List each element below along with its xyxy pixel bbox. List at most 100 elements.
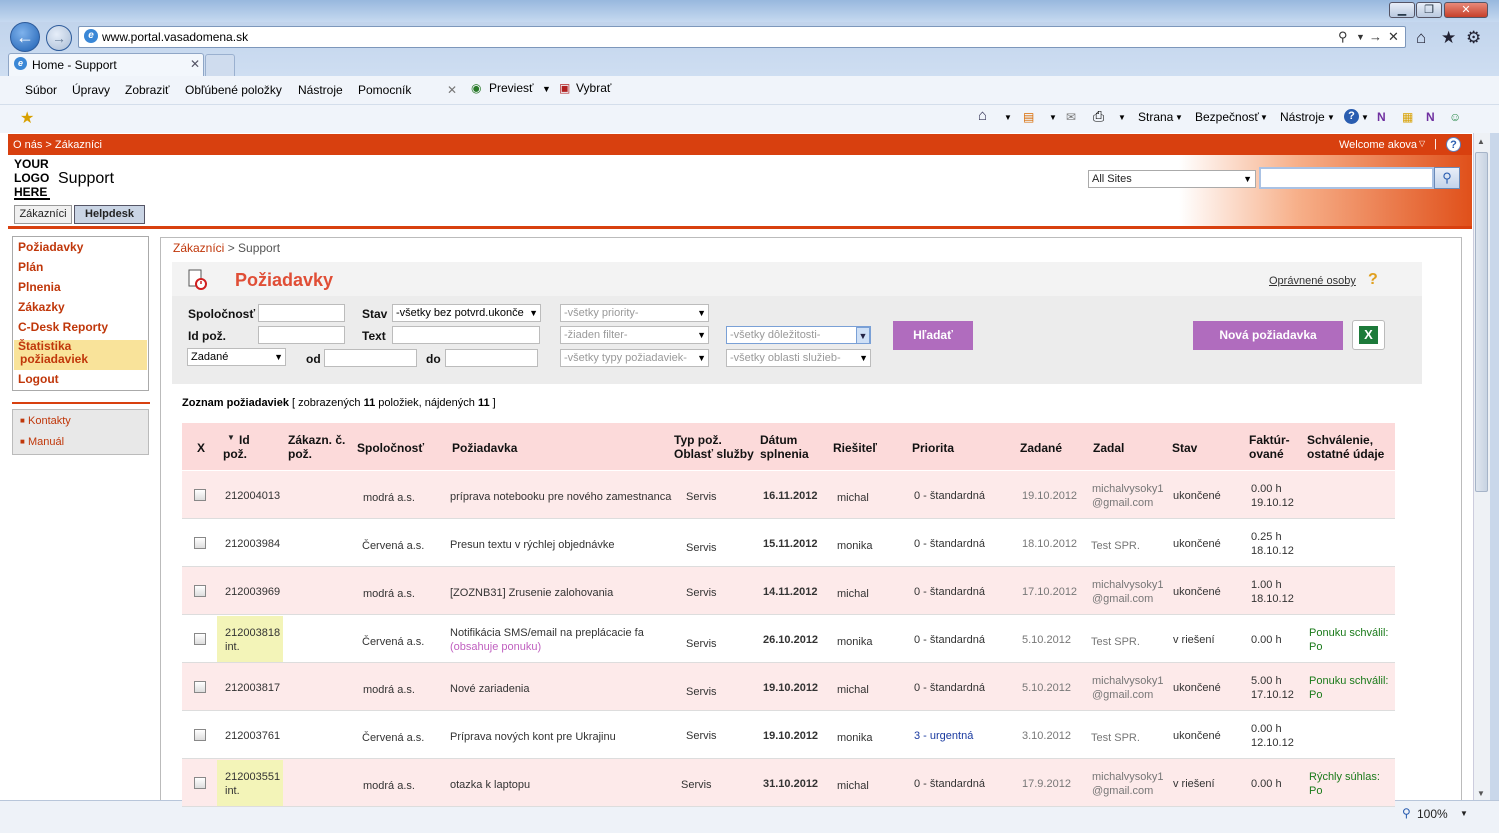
close-window-button[interactable]: ✕	[1444, 2, 1488, 18]
types-select[interactable]: -všetky typy požiadaviek- ▼	[560, 349, 709, 367]
id-input[interactable]	[258, 326, 345, 344]
scroll-down-icon[interactable]: ▼	[1477, 789, 1485, 798]
col-priorita[interactable]: Priorita	[912, 441, 954, 455]
go-icon[interactable]: →	[1369, 29, 1382, 44]
request-id[interactable]: 212003818	[225, 626, 280, 640]
gear-icon[interactable]: ⚙	[1466, 28, 1481, 48]
nav-cdesk-reporty[interactable]: C-Desk Reporty	[18, 320, 108, 334]
nav-manual[interactable]: Manuál	[28, 436, 64, 448]
nav-logout[interactable]: Logout	[18, 372, 59, 386]
addon-icon[interactable]: ▦	[1402, 110, 1413, 124]
nav-plan[interactable]: Plán	[18, 260, 43, 274]
tab-title[interactable]: Home - Support	[32, 58, 117, 72]
site-search-button[interactable]: ⚲	[1434, 167, 1460, 189]
nav-poziadavky[interactable]: Požiadavky	[18, 240, 83, 254]
date-to-input[interactable]	[445, 349, 538, 367]
col-typ-line2[interactable]: Oblasť služby	[674, 447, 754, 461]
new-tab-button[interactable]	[205, 54, 235, 76]
col-spolocnost[interactable]: Spoločnosť	[357, 441, 424, 455]
opravnene-osoby-link[interactable]: Oprávnené osoby	[1269, 275, 1356, 287]
search-icon[interactable]: ⚲	[1338, 29, 1348, 45]
col-datum-line2[interactable]: splnenia	[760, 447, 809, 461]
nastroje-dropdown-icon[interactable]: ▼	[1327, 113, 1335, 122]
site-logo[interactable]: YOUR LOGO HERE	[14, 157, 50, 199]
strana-dropdown-icon[interactable]: ▼	[1175, 113, 1183, 122]
nav-zakazky[interactable]: Zákazky	[18, 300, 65, 314]
col-datum[interactable]: Dátum	[760, 433, 797, 447]
col-riesitel[interactable]: Riešiteľ	[833, 441, 877, 455]
date-type-select[interactable]: Zadané ▼	[187, 348, 286, 366]
col-zadal[interactable]: Zadal	[1093, 441, 1124, 455]
dropdown-arrow-icon[interactable]: ▼	[1356, 32, 1365, 42]
site-title[interactable]: Support	[58, 170, 114, 188]
minimize-button[interactable]: ▁	[1389, 2, 1415, 18]
request-id[interactable]: 212003817	[225, 681, 280, 695]
bezpecnost-menu[interactable]: Bezpečnosť	[1195, 110, 1259, 124]
col-zakaznicke[interactable]: Zákazn. č.	[288, 433, 345, 447]
stav-select[interactable]: -všetky bez potvrd.ukonče ▼	[392, 304, 541, 322]
row-checkbox[interactable]	[194, 633, 206, 645]
menu-upravy[interactable]: Úpravy	[72, 83, 110, 97]
home-cmd-icon[interactable]: ⌂	[978, 107, 987, 124]
spolocnost-input[interactable]	[258, 304, 345, 322]
col-stav[interactable]: Stav	[1172, 441, 1197, 455]
print-dropdown-icon[interactable]: ▼	[1118, 113, 1126, 122]
request-subject[interactable]: Nové zariadenia	[450, 682, 530, 696]
row-checkbox[interactable]	[194, 729, 206, 741]
skype-icon[interactable]: ☺	[1449, 110, 1461, 124]
search-button[interactable]: Hľadať	[893, 321, 973, 350]
crumb-zakaznici[interactable]: Zákazníci	[173, 241, 224, 255]
onenote-linked-icon[interactable]: N	[1426, 110, 1435, 124]
tab-zakaznici[interactable]: Zákazníci	[14, 205, 72, 224]
row-checkbox[interactable]	[194, 585, 206, 597]
importance-select[interactable]: -všetky dôležitosti- ▼	[726, 326, 871, 344]
row-checkbox[interactable]	[194, 489, 206, 501]
welcome-dropdown-icon[interactable]: ▽	[1419, 139, 1425, 148]
col-id-line2[interactable]: pož.	[223, 447, 247, 461]
new-request-button[interactable]: Nová požiadavka	[1193, 321, 1343, 350]
home-dropdown-icon[interactable]: ▼	[1004, 113, 1012, 122]
filter-select[interactable]: -žiaden filter- ▼	[560, 326, 709, 344]
scrollbar-thumb[interactable]	[1475, 152, 1488, 492]
site-help-icon[interactable]: ?	[1446, 137, 1461, 152]
zoom-level[interactable]: 100%	[1417, 807, 1448, 821]
menu-pomocnik[interactable]: Pomocník	[358, 83, 411, 97]
menu-oblubene[interactable]: Obľúbené položky	[185, 83, 282, 97]
request-subject[interactable]: [ZOZNB31] Zrusenie zalohovania	[450, 586, 613, 600]
col-typ[interactable]: Typ pož.	[674, 433, 722, 447]
site-search-input[interactable]	[1259, 167, 1434, 189]
row-checkbox[interactable]	[194, 537, 206, 549]
bezpecnost-dropdown-icon[interactable]: ▼	[1260, 113, 1268, 122]
priority-select[interactable]: -všetky priority- ▼	[560, 304, 709, 322]
top-breadcrumb[interactable]: O nás > Zákazníci	[13, 139, 102, 151]
row-checkbox[interactable]	[194, 681, 206, 693]
help-question-icon[interactable]: ?	[1368, 271, 1378, 289]
request-id[interactable]: 212003984	[225, 537, 280, 551]
request-id[interactable]: 212003969	[225, 585, 280, 599]
menu-zobrazit[interactable]: Zobraziť	[125, 83, 170, 97]
nav-plnenia[interactable]: Plnenia	[18, 280, 61, 294]
maximize-button[interactable]: ❐	[1416, 2, 1442, 18]
col-schvalenie-line2[interactable]: ostatné údaje	[1307, 447, 1384, 461]
zoom-dropdown-icon[interactable]: ▼	[1460, 809, 1468, 818]
back-button[interactable]: ←	[10, 22, 40, 52]
row-checkbox[interactable]	[194, 777, 206, 789]
address-url[interactable]: www.portal.vasadomena.sk	[102, 30, 248, 44]
col-zakaznicke-line2[interactable]: pož.	[288, 447, 312, 461]
address-bar[interactable]	[78, 26, 1406, 48]
help-icon[interactable]: ?	[1344, 109, 1359, 124]
previest-button[interactable]: Previesť	[489, 81, 534, 95]
nav-kontakty[interactable]: Kontakty	[28, 415, 71, 427]
col-fakturovane[interactable]: Faktúr-	[1249, 433, 1290, 447]
welcome-menu[interactable]: Welcome akova	[1339, 139, 1417, 151]
menu-subor[interactable]: Súbor	[25, 83, 57, 97]
nav-statistika-line2[interactable]: požiadaviek	[20, 353, 88, 366]
col-schvalenie[interactable]: Schválenie,	[1307, 433, 1373, 447]
add-favorites-icon[interactable]: ★	[20, 108, 34, 128]
scroll-up-icon[interactable]: ▲	[1477, 137, 1485, 146]
sort-desc-icon[interactable]: ▼	[227, 433, 235, 442]
request-subject[interactable]: Notifikácia SMS/email na preplácacie fa	[450, 626, 644, 640]
previest-dropdown-icon[interactable]: ▼	[542, 84, 551, 94]
strana-menu[interactable]: Strana	[1138, 110, 1173, 124]
stop-icon[interactable]: ✕	[1388, 29, 1399, 45]
